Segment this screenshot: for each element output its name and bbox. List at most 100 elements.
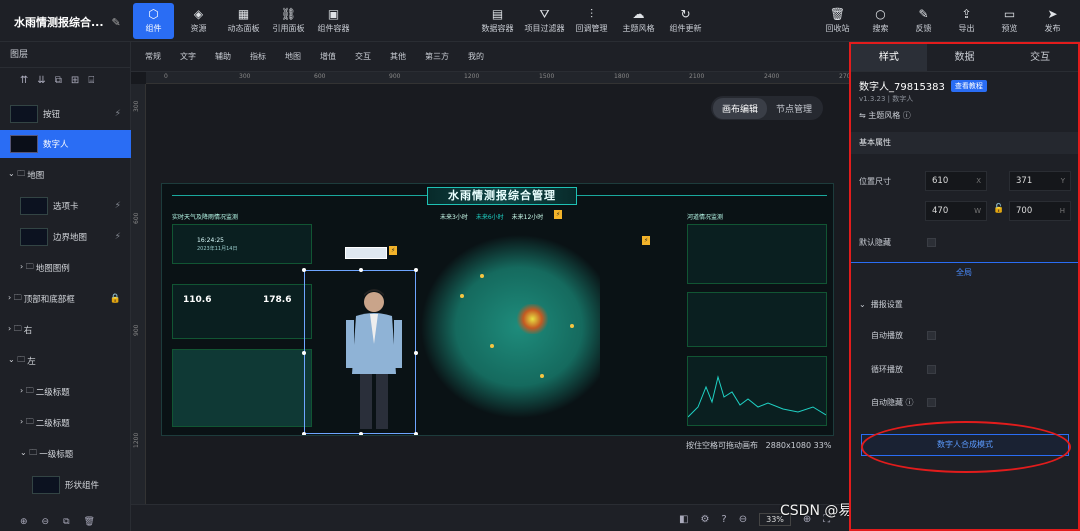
tab-interaction[interactable]: 交互 [1002,44,1078,71]
autoplay-checkbox[interactable] [927,331,936,340]
resize-handle[interactable] [302,432,306,435]
component-tab[interactable]: 地图 [285,51,301,62]
layer-item[interactable]: 数字人 [0,130,131,158]
layer-item[interactable]: › 🗀 顶部和底部框 🔒 [0,285,131,313]
tab-style[interactable]: 样式 [851,44,927,71]
component-tab[interactable]: 其他 [390,51,406,62]
component-tab[interactable]: 文字 [180,51,196,62]
tab-data[interactable]: 数据 [927,44,1003,71]
width-field[interactable]: 470 W [925,201,987,221]
forecast-tab[interactable]: 未来12小时 [512,212,544,221]
folder-icon[interactable]: › 🗀 [8,292,22,306]
toolbar-left-3-button[interactable]: ⛓ 引用面板 [268,3,309,39]
folder-icon[interactable]: › 🗀 [20,416,34,430]
layer-item[interactable]: 形状组件 [0,471,131,499]
component-tab[interactable]: 第三方 [425,51,449,62]
y-field[interactable]: 371 Y [1009,171,1071,191]
toolbar-right-0-button[interactable]: 🗑 回收站 [818,3,857,39]
component-tab[interactable]: 增值 [320,51,336,62]
dashboard-preview[interactable]: 水雨情测报综合管理 未来3小时 未来6小时 未来12小时 ⚡ 实时天气及降雨情况… [161,183,834,436]
component-tab[interactable]: 辅助 [215,51,231,62]
layer-item[interactable]: 选项卡 ⚡ [0,192,131,220]
toolbar-mid-2-button[interactable]: ⫶ 回调管理 [570,3,613,39]
tab-canvas-edit[interactable]: 画布编辑 [713,97,768,119]
component-tab[interactable]: 指标 [250,51,266,62]
resize-handle[interactable] [359,268,363,272]
resize-handle[interactable] [302,351,306,355]
layer-item[interactable]: ⌄ 🗀 左 [0,347,131,375]
toolbar-right-5-button[interactable]: ➤ 发布 [1033,3,1072,39]
toolbar-mid-0-button[interactable]: ▤ 数据容器 [476,3,519,39]
layer-tool-icon[interactable]: ⌸ [88,75,94,86]
forecast-tab[interactable]: 未来6小时 [476,212,504,221]
layer-item[interactable]: › 🗀 右 [0,316,131,344]
resize-handle[interactable] [414,351,418,355]
info-icon: ⓘ [902,111,911,120]
layer-bottom-icon[interactable]: ⊕ [20,517,28,527]
layer-item[interactable]: ⌄ 🗀 地图 [0,161,131,189]
layer-item[interactable]: 边界地图 ⚡ [0,223,131,251]
toolbar-mid-4-button[interactable]: ↻ 组件更新 [664,3,707,39]
lock-icon[interactable]: 🔒 [110,294,121,304]
toolbar-right-1-button[interactable]: ○ 搜索 [861,3,900,39]
default-hide-checkbox[interactable] [927,238,936,247]
toolbar-left-0-button[interactable]: ⬡ 组件 [133,3,174,39]
lightning-icon[interactable]: ⚡ [389,246,398,255]
layer-tool-icon[interactable]: ⧉ [55,75,62,86]
toolbar-left-1-button[interactable]: ◈ 资源 [178,3,219,39]
component-tab[interactable]: 我的 [468,51,484,62]
folder-icon[interactable]: ⌄ 🗀 [8,354,25,368]
layer-item[interactable]: 按钮 ⚡ [0,100,131,128]
layer-label: 地图图例 [35,264,70,274]
toolbar-right-4-button[interactable]: ▭ 预览 [990,3,1029,39]
lightning-icon[interactable]: ⚡ [554,210,563,219]
forecast-tab[interactable]: 未来3小时 [440,212,468,221]
folder-icon[interactable]: › 🗀 [20,385,34,399]
tutorial-button[interactable]: 查看教程 [950,79,987,92]
toolbar-right-3-button[interactable]: ⇪ 导出 [947,3,986,39]
layer-tool-icon[interactable]: ⇈ [20,75,28,86]
lock-ratio-icon[interactable]: 🔓 [993,204,1004,214]
digital-human-figure[interactable] [334,284,414,434]
loop-checkbox[interactable] [927,365,936,374]
editor-canvas[interactable]: 画布编辑 节点管理 水雨情测报综合管理 未来3小时 未来6小时 未来12小时 ⚡… [146,84,849,504]
height-field[interactable]: 700 H [1009,201,1071,221]
lightning-icon[interactable]: ⚡ [642,236,651,245]
button-widget[interactable] [345,247,387,259]
component-tab[interactable]: 常规 [145,51,161,62]
layer-item[interactable]: › 🗀 二级标题 [0,378,131,406]
folder-icon[interactable]: ⌄ 🗀 [8,168,25,182]
folder-icon[interactable]: › 🗀 [20,261,34,275]
toolbar-left-2-button[interactable]: ▦ 动态面板 [223,3,264,39]
layer-tool-icon[interactable]: ⇊ [37,75,45,86]
settings-icon[interactable]: ⚙ [700,514,709,525]
layer-tool-icon[interactable]: ⊞ [71,75,79,86]
autohide-checkbox[interactable] [927,398,936,407]
toolbar-mid-3-button[interactable]: ☁ 主题风格 [617,3,660,39]
layer-item[interactable]: ⌄ 🗀 一级标题 [0,440,131,468]
component-tab[interactable]: 交互 [355,51,371,62]
folder-icon[interactable]: › 🗀 [8,323,22,337]
tab-node-manage[interactable]: 节点管理 [767,98,821,119]
theme-link[interactable]: ⇋ 主题风格 ⓘ [859,110,911,121]
help-icon[interactable]: ? [721,514,726,525]
toolbar-mid-1-button[interactable]: ⛛ 项目过滤器 [523,3,566,39]
toolbar-right-2-button[interactable]: ✎ 反馈 [904,3,943,39]
resize-handle[interactable] [414,432,418,435]
layer-item[interactable]: › 🗀 二级标题 [0,409,131,437]
resize-handle[interactable] [302,268,306,272]
resize-handle[interactable] [414,268,418,272]
broadcast-section[interactable]: ⌄ 播报设置 [859,299,903,310]
layer-item[interactable]: › 🗀 地图图例 [0,254,131,282]
layer-bottom-icon[interactable]: ⧉ [63,517,69,527]
toolbar-left-4-button[interactable]: ▣ 组件容器 [313,3,354,39]
layer-bottom-icon[interactable]: 🗑 [84,517,95,527]
layer-bottom-icon[interactable]: ⊖ [42,517,50,527]
global-link[interactable]: 全局 [956,267,972,278]
panel-toggle-icon[interactable]: ◧ [679,514,688,525]
x-field[interactable]: 610 X [925,171,987,191]
edit-icon[interactable]: ✎ [112,16,121,29]
basic-props-section[interactable]: 基本属性 [851,132,1078,154]
folder-icon[interactable]: ⌄ 🗀 [20,447,37,461]
zoom-out-icon[interactable]: ⊖ [739,514,747,525]
